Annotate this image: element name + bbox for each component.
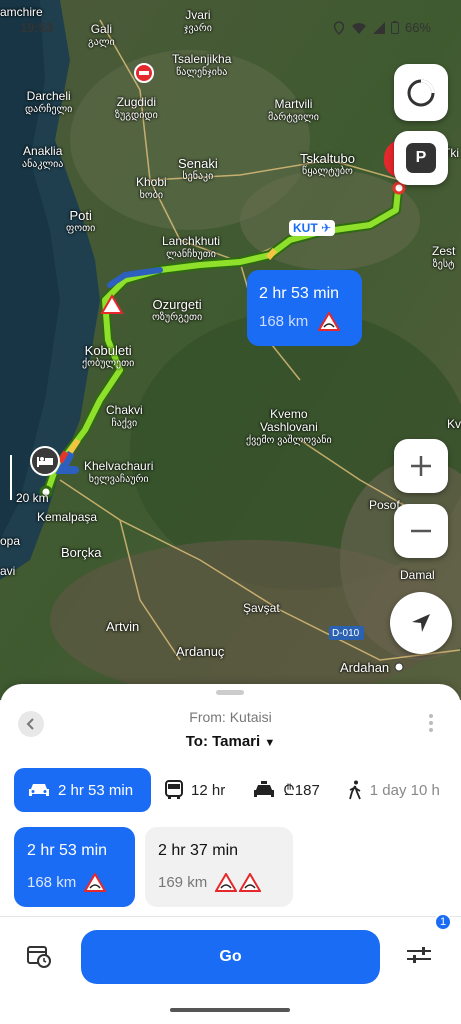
place-zugdidi: Zugdidi ზუგდიდი	[115, 95, 158, 122]
place-ardahan: Ardahan	[340, 660, 390, 675]
road-bump-warning-icon	[215, 873, 238, 892]
parking-button[interactable]: P	[394, 131, 448, 185]
zoom-in-button[interactable]	[394, 439, 448, 493]
place-darcheli: Darcheli დარჩელი	[25, 89, 73, 116]
schedule-button[interactable]	[26, 943, 52, 974]
location-icon	[333, 20, 345, 35]
place-kobuleti: Kobuleti ქობულეთი	[82, 343, 135, 369]
hotel-marker[interactable]	[30, 446, 60, 476]
minus-icon	[411, 529, 431, 533]
signal-icon	[372, 21, 385, 34]
mode-bus[interactable]: 12 hr	[151, 768, 239, 812]
status-icons: 66%	[333, 20, 431, 35]
parking-icon: P	[406, 143, 436, 173]
transport-modes: 2 hr 53 min 12 hr ₾187 1 day 10 h	[14, 768, 461, 812]
settings-badge: 1	[434, 913, 452, 931]
place-opa: opa	[0, 534, 21, 548]
route-option-2[interactable]: 2 hr 37 min 169 km	[145, 827, 293, 907]
walk-icon	[348, 780, 361, 800]
map-scale: 20 km	[16, 491, 49, 505]
sliders-icon	[407, 947, 431, 963]
place-lanchkhuti: Lanchkhuti ლანჩხუთი	[162, 234, 221, 261]
more-vertical-icon	[429, 714, 433, 732]
place-kemalpasa: Kemalpaşa	[37, 510, 98, 524]
place-jvari: Jvari ჯვარი	[184, 8, 212, 35]
place-kvemo-vashlovani: Kvemo Vashlovani ქვემო ვაშლოვანი	[246, 407, 332, 447]
place-borcka: Borçka	[61, 545, 102, 560]
place-khelvachauri: Khelvachauri ხელვაჩაური	[84, 459, 154, 486]
place-tskaltubo: Tskaltubo წყალტუბო	[300, 151, 355, 177]
place-chakvi: Chakvi ჩაქვი	[106, 403, 143, 430]
navigation-arrow-icon	[412, 614, 430, 632]
battery-icon	[390, 21, 399, 34]
zoom-out-button[interactable]	[394, 504, 448, 558]
place-avi: avi	[0, 564, 16, 578]
mode-car[interactable]: 2 hr 53 min	[14, 768, 151, 812]
status-time: 19:53	[20, 20, 54, 35]
route-callout[interactable]: 2 hr 53 min 168 km	[247, 270, 362, 346]
car-icon	[29, 784, 49, 796]
place-khobi: Khobi ხობი	[136, 175, 167, 202]
plus-icon	[411, 456, 431, 476]
road-bump-warning-icon	[84, 873, 107, 892]
place-ozurgeti: Ozurgeti ოზურგეთი	[152, 297, 203, 323]
mode-taxi[interactable]: ₾187	[239, 768, 334, 812]
place-martvili: Martvili მარტვილი	[268, 97, 319, 124]
my-location-button[interactable]	[390, 592, 452, 654]
divider	[0, 916, 461, 917]
route-callout-distance: 168 km	[259, 312, 362, 331]
road-bump-warning-icon	[239, 873, 262, 892]
place-zest: Zest ზესტ	[432, 244, 456, 271]
gesture-bar[interactable]	[170, 1008, 290, 1012]
battery-percent: 66%	[404, 20, 431, 35]
route-callout-time: 2 hr 53 min	[259, 285, 340, 302]
assistant-icon	[407, 79, 435, 106]
mode-walk[interactable]: 1 day 10 h	[334, 768, 454, 812]
bed-icon	[37, 457, 53, 467]
alice-assistant-button[interactable]	[394, 64, 448, 121]
place-poti: Poti ფოთი	[66, 208, 96, 234]
place-gali: Gali გალი	[88, 22, 115, 49]
route-settings-button[interactable]	[405, 943, 433, 972]
place-amchire: amchire	[0, 5, 43, 19]
go-button[interactable]: Go	[81, 930, 380, 984]
sheet-grabber[interactable]	[216, 690, 244, 695]
status-bar: 19:53 66%	[0, 0, 461, 35]
map-view[interactable]: 19:53 66% amchire Gali გალი Jvari ჯვარი Ts…	[0, 0, 461, 700]
route-sheet: From: Kutaisi To: Tamari ▼ 2 hr 53 min 1…	[0, 684, 461, 1024]
place-ardanuc: Ardanuç	[176, 644, 225, 659]
place-anaklia: Anaklia ანაკლია	[22, 144, 64, 171]
place-savsat: Şavşat	[243, 601, 280, 615]
place-damal: Damal	[400, 568, 435, 582]
bus-icon	[165, 780, 183, 799]
more-options-button[interactable]	[429, 714, 433, 737]
from-label[interactable]: From: Kutaisi	[0, 709, 461, 725]
road-bump-warning-icon	[318, 312, 341, 331]
route-options: 2 hr 53 min 168 km 2 hr 37 min 169 km	[14, 827, 293, 907]
road-sign: D-010	[332, 628, 360, 639]
place-senaki: Senaki სენაკი	[178, 156, 218, 182]
to-selector[interactable]: To: Tamari ▼	[0, 733, 461, 750]
calendar-clock-icon	[27, 946, 51, 968]
wifi-icon	[351, 22, 366, 34]
place-kva: Kva	[447, 417, 461, 431]
taxi-icon	[254, 781, 275, 797]
place-tsalenjikha: Tsalenjikha წალენჯიხა	[172, 52, 232, 79]
place-artvin: Artvin	[106, 619, 140, 634]
airport-label: KUT ✈	[289, 220, 336, 236]
route-option-1[interactable]: 2 hr 53 min 168 km	[14, 827, 135, 907]
caret-down-icon: ▼	[264, 737, 276, 749]
